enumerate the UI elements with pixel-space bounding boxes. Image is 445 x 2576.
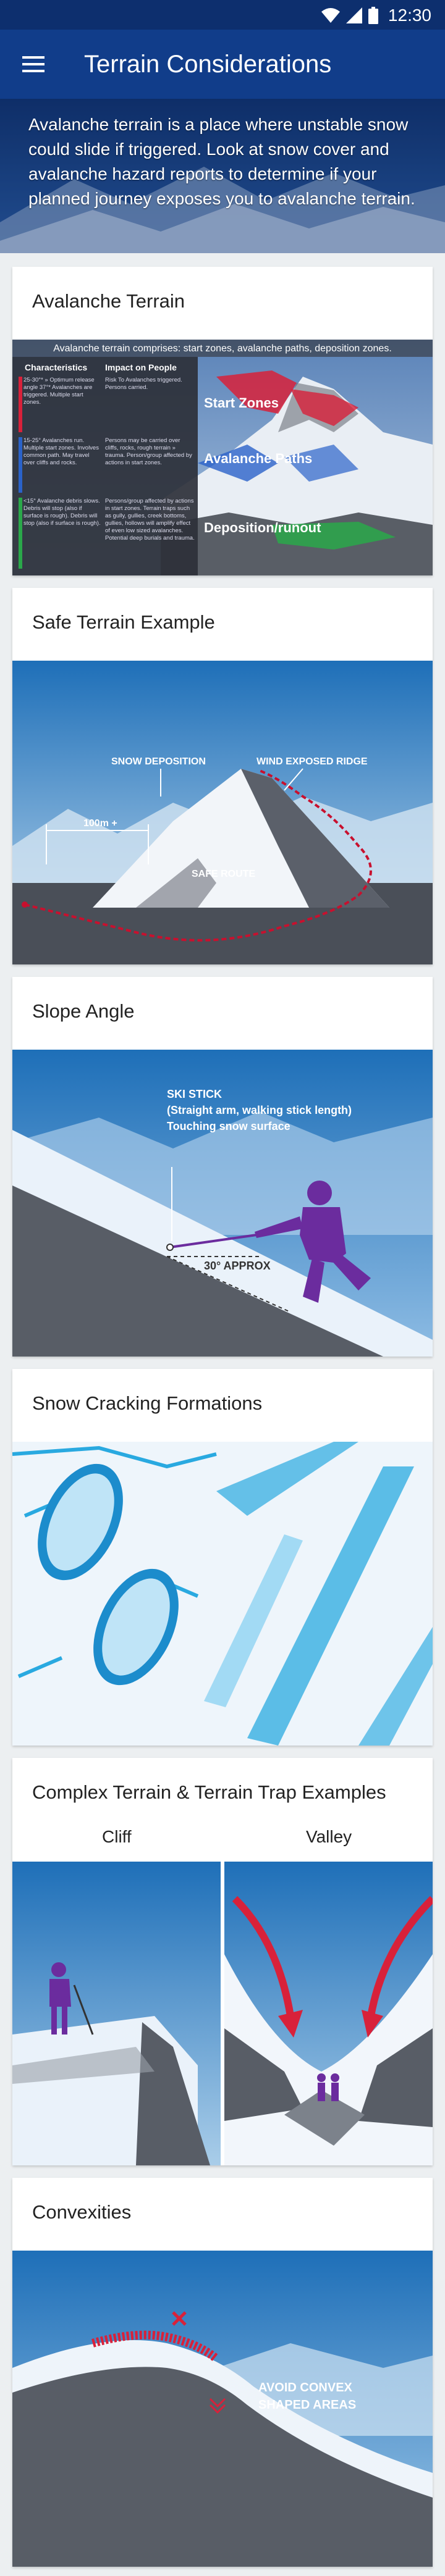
zone-label-deposition: Deposition/runout	[204, 520, 321, 535]
menu-button[interactable]	[14, 44, 53, 84]
label-avoid-convex: AVOID CONVEX	[258, 2381, 353, 2394]
card-convexities[interactable]: Convexities AVOID CONVEX SHAPED AREAS	[12, 2178, 433, 2567]
snow-cracking-image	[12, 1442, 433, 1746]
row-characteristics: 15-25° Avalanches run. Multiple start zo…	[23, 437, 99, 466]
complex-terrain-image	[12, 1862, 433, 2165]
avalanche-banner: Avalanche terrain comprises: start zones…	[53, 343, 392, 354]
slope-angle-image: SKI STICK (Straight arm, walking stick l…	[12, 1050, 433, 1357]
column-label-valley: Valley	[306, 1827, 352, 1846]
zone-label-start: Start Zones	[204, 395, 279, 411]
safe-terrain-image: SNOW DEPOSITION WIND EXPOSED RIDGE 100m …	[12, 661, 433, 964]
label-shaped-areas: SHAPED AREAS	[258, 2398, 356, 2412]
card-avalanche-terrain[interactable]: Avalanche Terrain Avalanche terrain comp…	[12, 267, 433, 575]
avalanche-terrain-image: Avalanche terrain comprises: start zones…	[12, 340, 433, 575]
status-icons: 12:30	[321, 6, 431, 25]
label-angle: 30° APPROX	[204, 1260, 271, 1272]
card-title: Safe Terrain Example	[32, 611, 215, 633]
intro-banner: Avalanche terrain is a place where unsta…	[0, 99, 445, 253]
card-safe-terrain[interactable]: Safe Terrain Example SNOW DEPOSITION WIN…	[12, 588, 433, 964]
card-title: Avalanche Terrain	[32, 290, 185, 312]
convexities-image: AVOID CONVEX SHAPED AREAS	[12, 2251, 433, 2567]
label-stick-length: (Straight arm, walking stick length)	[167, 1104, 352, 1116]
label-ski-stick: SKI STICK	[167, 1088, 222, 1100]
intro-text: Avalanche terrain is a place where unsta…	[28, 115, 415, 208]
label-snow-deposition: SNOW DEPOSITION	[111, 756, 206, 767]
label-touching-snow: Touching snow surface	[167, 1120, 290, 1132]
label-wind-ridge: WIND EXPOSED RIDGE	[256, 756, 368, 767]
table-header-impact: Impact on People	[105, 362, 177, 372]
battery-icon	[368, 7, 378, 24]
row-characteristics: <15° Avalanche debris slows. Debris will…	[23, 498, 101, 527]
status-time: 12:30	[388, 6, 431, 25]
row-impact: Persons/group affected by actions in sta…	[105, 498, 195, 542]
page-title: Terrain Considerations	[84, 50, 332, 78]
table-header-characteristics: Characteristics	[25, 362, 87, 372]
row-characteristics: 25-30°* » Optimum release angle 37°* Ava…	[23, 377, 95, 406]
card-title: Slope Angle	[32, 1000, 135, 1022]
label-safe-route: SAFE ROUTE	[192, 869, 255, 879]
column-label-cliff: Cliff	[102, 1827, 132, 1846]
card-slope-angle[interactable]: Slope Angle SKI STICK (Straight arm, wal…	[12, 977, 433, 1357]
hamburger-menu-icon	[22, 56, 44, 72]
label-distance: 100m +	[83, 818, 117, 829]
card-title: Complex Terrain & Terrain Trap Examples	[32, 1781, 386, 1803]
card-snow-cracking[interactable]: Snow Cracking Formations	[12, 1369, 433, 1746]
status-bar: 12:30	[0, 0, 445, 30]
card-title: Snow Cracking Formations	[32, 1392, 263, 1414]
card-title: Convexities	[32, 2201, 132, 2223]
wifi-icon	[321, 8, 340, 23]
card-complex-terrain[interactable]: Complex Terrain & Terrain Trap Examples …	[12, 1758, 433, 2165]
app-bar: Terrain Considerations	[0, 30, 445, 99]
cell-signal-icon	[345, 7, 362, 23]
row-impact: Risk To Avalanches triggered. Persons ca…	[105, 377, 182, 391]
zone-label-paths: Avalanche Paths	[204, 451, 312, 466]
row-impact: Persons may be carried over cliffs, rock…	[105, 437, 192, 466]
